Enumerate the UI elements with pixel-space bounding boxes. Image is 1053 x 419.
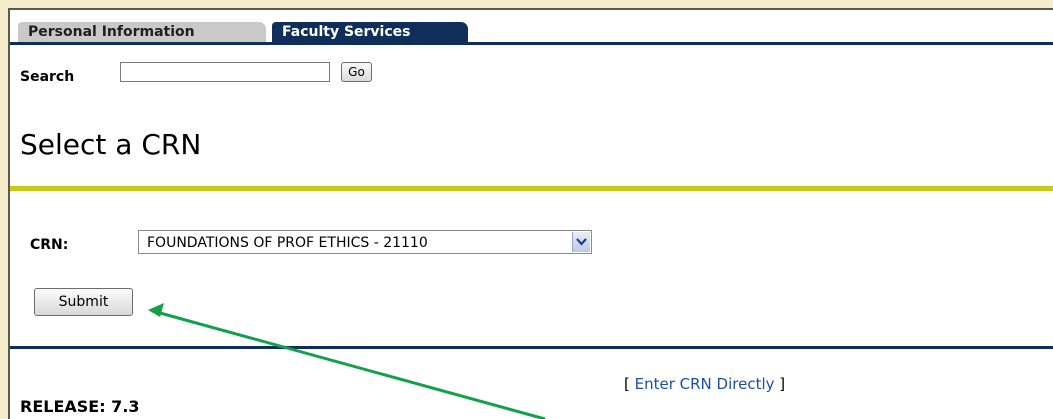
- crn-label: CRN:: [30, 237, 69, 253]
- title-divider: [10, 186, 1053, 191]
- crn-select-value: FOUNDATIONS OF PROF ETHICS - 21110: [147, 235, 428, 251]
- submit-button[interactable]: Submit: [34, 288, 133, 316]
- go-button[interactable]: Go: [341, 62, 372, 82]
- release-version: RELEASE: 7.3: [20, 397, 140, 416]
- page-title: Select a CRN: [20, 128, 202, 161]
- tab-underline-rule: [10, 42, 1053, 45]
- footer-divider: [10, 346, 1053, 349]
- chevron-down-icon[interactable]: [572, 232, 590, 252]
- bracket-close: ]: [774, 375, 786, 393]
- page-frame: Personal Information Faculty Services Se…: [8, 8, 1053, 419]
- tab-personal-information[interactable]: Personal Information: [18, 22, 266, 44]
- enter-crn-directly: [ Enter CRN Directly ]: [624, 375, 785, 393]
- search-input[interactable]: [120, 62, 330, 82]
- search-label: Search: [20, 69, 75, 85]
- tab-faculty-services[interactable]: Faculty Services: [272, 22, 468, 44]
- bracket-open: [: [624, 375, 635, 393]
- crn-select[interactable]: FOUNDATIONS OF PROF ETHICS - 21110: [138, 230, 592, 254]
- enter-crn-directly-link[interactable]: Enter CRN Directly: [635, 375, 775, 393]
